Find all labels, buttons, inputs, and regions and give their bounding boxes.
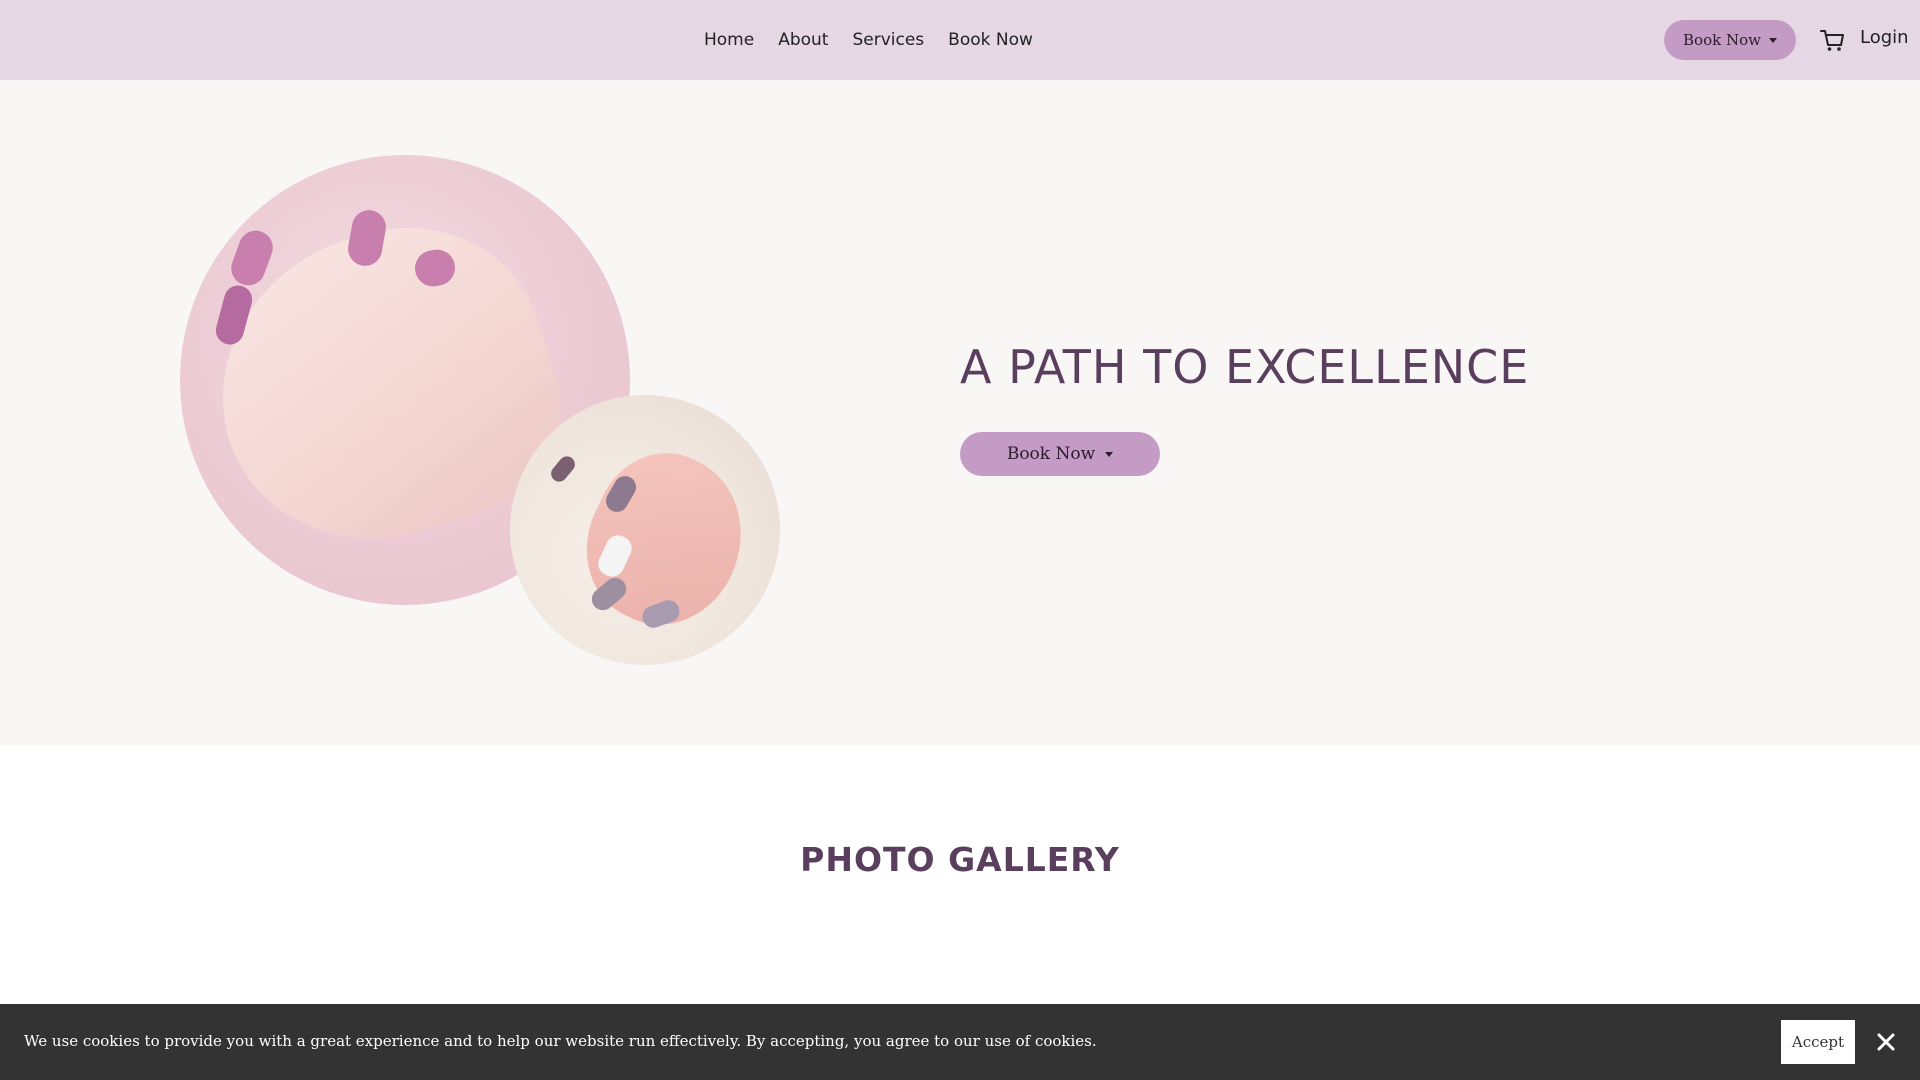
nav-book-now[interactable]: Book Now xyxy=(948,30,1033,50)
gallery-title: PHOTO GALLERY xyxy=(800,840,1120,879)
hero-image-small xyxy=(510,395,780,665)
hero-book-now-label: Book Now xyxy=(1006,444,1096,464)
header-book-now-button[interactable]: Book Now xyxy=(1664,20,1796,60)
chevron-down-icon xyxy=(1768,37,1777,43)
header-book-now-label: Book Now xyxy=(1683,31,1761,49)
hero-title: A PATH TO EXCELLENCE xyxy=(960,340,1530,394)
cookie-message: We use cookies to provide you with a gre… xyxy=(24,1032,1097,1050)
nav-about[interactable]: About xyxy=(778,30,828,50)
nail-shape xyxy=(226,225,278,291)
site-header: Home About Services Book Now Book Now Lo… xyxy=(0,0,1920,80)
cookie-banner: We use cookies to provide you with a gre… xyxy=(0,1004,1920,1080)
close-icon[interactable] xyxy=(1876,1032,1896,1052)
nail-shape xyxy=(547,453,579,485)
chevron-down-icon xyxy=(1105,451,1114,457)
main-nav: Home About Services Book Now xyxy=(704,0,1033,80)
hero-book-now-button[interactable]: Book Now xyxy=(960,432,1160,476)
accept-cookies-button[interactable]: Accept xyxy=(1781,1020,1855,1064)
nav-home[interactable]: Home xyxy=(704,30,754,50)
login-link[interactable]: Login xyxy=(1860,27,1909,48)
cart-icon[interactable] xyxy=(1818,26,1846,54)
nav-services[interactable]: Services xyxy=(852,30,924,50)
hero-section: A PATH TO EXCELLENCE Book Now xyxy=(0,80,1920,745)
